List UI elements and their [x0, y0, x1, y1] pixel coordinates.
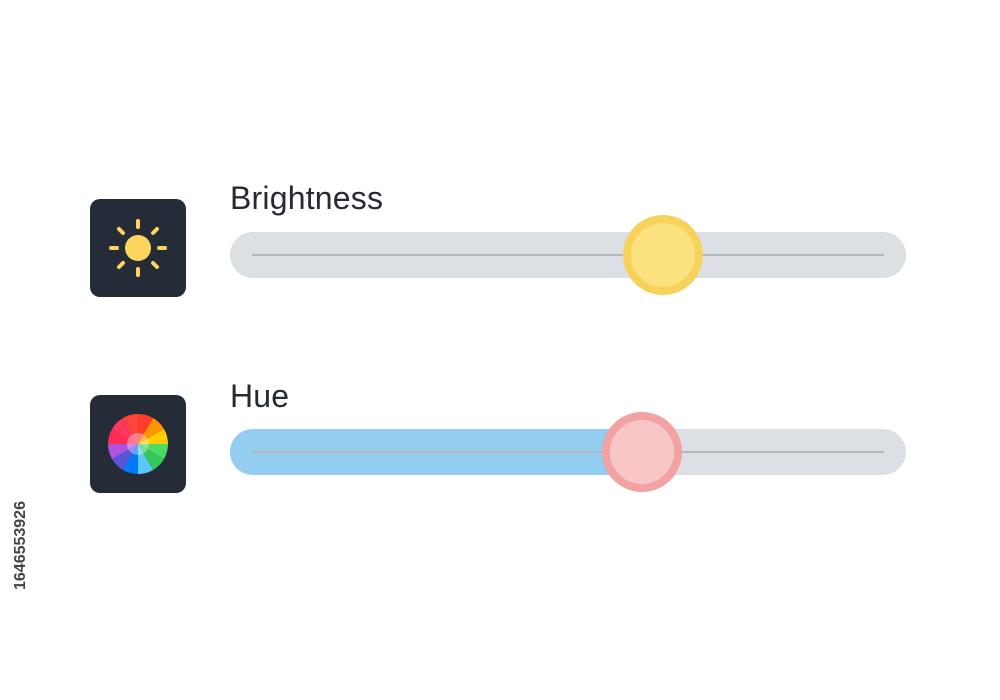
hue-label: Hue [230, 378, 290, 414]
hue-slider-thumb[interactable] [602, 412, 682, 492]
settings-panel: Brightness Hue 1646553926 [0, 0, 1000, 700]
hue-icon-tile [90, 395, 186, 493]
sun-icon [109, 219, 167, 277]
image-id-watermark: 1646553926 [12, 501, 29, 590]
brightness-slider[interactable] [230, 215, 906, 295]
brightness-slider-thumb[interactable] [623, 215, 703, 295]
brightness-slider-groove [252, 254, 884, 256]
brightness-icon-tile [90, 199, 186, 297]
hue-slider[interactable] [230, 412, 906, 492]
hue-slider-groove [252, 451, 884, 453]
color-wheel-icon [108, 414, 168, 474]
brightness-label: Brightness [230, 180, 384, 216]
